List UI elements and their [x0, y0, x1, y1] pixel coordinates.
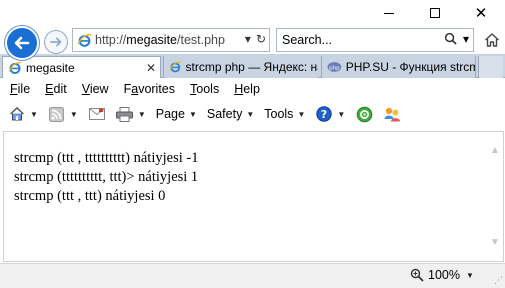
- rss-feed-icon: [48, 105, 66, 123]
- page-menu[interactable]: Page ▼: [156, 107, 197, 121]
- back-button[interactable]: [5, 26, 39, 60]
- mail-command[interactable]: [88, 105, 106, 123]
- menu-favorites[interactable]: Favorites: [124, 82, 175, 96]
- vertical-scrollbar[interactable]: ▲ ▼: [486, 132, 503, 261]
- url-text: http://megasite/test.php: [95, 33, 225, 47]
- title-bar: ✕: [0, 0, 505, 26]
- output-line: strcmp (tttttttttt, ttt)> nátiyjesi 1: [14, 169, 199, 185]
- back-arrow-icon: [14, 36, 30, 50]
- url-host: megasite: [126, 33, 178, 47]
- ie-tab-icon: [169, 61, 182, 73]
- feeds-dropdown-icon[interactable]: ▼: [70, 110, 78, 119]
- menu-edit[interactable]: Edit: [45, 82, 67, 96]
- output-text: strcmp (ttt , tttttttttt) nátiyjesi -1 s…: [14, 149, 198, 206]
- address-bar[interactable]: http://megasite/test.php ▾ ↻: [72, 28, 270, 52]
- menu-bar: File Edit View Favorites Tools Help: [0, 78, 505, 99]
- messenger-icon: [383, 105, 401, 123]
- chevron-down-icon: ▼: [297, 109, 306, 119]
- tab-label: megasite: [26, 61, 75, 75]
- print-dropdown-icon[interactable]: ▼: [138, 110, 146, 119]
- resize-grip-icon[interactable]: ⋰: [494, 275, 503, 286]
- help-icon: ?: [315, 105, 333, 123]
- printer-icon: [116, 105, 134, 123]
- scroll-up-icon[interactable]: ▲: [490, 145, 500, 156]
- compat-dropdown-icon[interactable]: ▾: [245, 32, 251, 46]
- menu-tools[interactable]: Tools: [190, 82, 219, 96]
- maximize-button[interactable]: [412, 0, 458, 26]
- search-dropdown-icon[interactable]: ▾: [463, 32, 469, 46]
- messenger-command[interactable]: [383, 105, 401, 123]
- mail-icon: [88, 105, 106, 123]
- forward-arrow-icon: [50, 37, 62, 47]
- menu-view[interactable]: View: [82, 82, 109, 96]
- close-tab-icon[interactable]: ✕: [146, 61, 156, 75]
- chevron-down-icon: ▼: [246, 109, 255, 119]
- tab-yandex-search[interactable]: strcmp php — Яндекс: на...: [163, 56, 318, 78]
- maximize-icon: [430, 8, 440, 18]
- page-menu-label: Page: [155, 107, 185, 121]
- feeds-command[interactable]: ▼: [48, 105, 78, 123]
- url-scheme: http://: [95, 33, 127, 47]
- zoom-level: 100%: [428, 268, 460, 282]
- chevron-down-icon: ▼: [188, 109, 197, 119]
- home-button[interactable]: [482, 30, 502, 50]
- menu-help[interactable]: Help: [234, 82, 260, 96]
- status-bar: 100% ▼ ⋰: [0, 263, 505, 288]
- home-icon: [485, 33, 499, 47]
- tools-menu-label: Tools: [264, 107, 294, 121]
- tools-menu[interactable]: Tools ▼: [264, 107, 305, 121]
- svg-text:php: php: [329, 65, 340, 71]
- tab-strip: megasite ✕ strcmp php — Яндекс: на... ph…: [0, 54, 505, 79]
- new-tab-button[interactable]: [478, 56, 503, 78]
- home-dropdown-icon[interactable]: ▼: [30, 110, 38, 119]
- print-command[interactable]: ▼: [116, 105, 146, 123]
- tab-label: strcmp php — Яндекс: на...: [185, 60, 319, 74]
- safety-menu-label: Safety: [206, 107, 243, 121]
- home-icon: [8, 105, 26, 123]
- url-path: /test.php: [177, 33, 225, 47]
- help-dropdown-icon[interactable]: ▼: [337, 110, 345, 119]
- refresh-icon[interactable]: ↻: [256, 32, 266, 46]
- search-icon[interactable]: [444, 32, 457, 45]
- php-su-favicon-icon: php: [327, 62, 342, 72]
- close-icon: ✕: [474, 3, 488, 22]
- help-command[interactable]: ? ▼: [315, 105, 345, 123]
- home-command[interactable]: ▼: [8, 105, 38, 123]
- scroll-down-icon[interactable]: ▼: [490, 237, 500, 248]
- help-glyph: ?: [321, 108, 327, 121]
- output-line: strcmp (ttt , tttttttttt) nátiyjesi -1: [14, 150, 199, 166]
- page-content: strcmp (ttt , tttttttttt) nátiyjesi -1 s…: [3, 131, 504, 262]
- minimize-button[interactable]: [366, 0, 412, 26]
- minimize-icon: [384, 12, 394, 14]
- research-command[interactable]: [355, 105, 373, 123]
- ie-page-icon: [73, 33, 95, 48]
- search-box[interactable]: Search... ▾: [276, 28, 474, 52]
- output-line: strcmp (ttt , ttt) nátiyjesi 0: [14, 188, 166, 204]
- tab-php-su[interactable]: php PHP.SU - Функция strcmp: [321, 56, 476, 78]
- search-input[interactable]: Search...: [282, 33, 332, 47]
- command-bar: ▼ ▼ ▼ Page ▼ Safety ▼ Tools ▼ ? ▼: [0, 99, 505, 129]
- safety-menu[interactable]: Safety ▼: [207, 107, 254, 121]
- zoom-dropdown-icon[interactable]: ▼: [466, 271, 474, 280]
- menu-file[interactable]: File: [10, 82, 30, 96]
- close-window-button[interactable]: ✕: [458, 0, 504, 26]
- forward-button[interactable]: [44, 30, 68, 54]
- zoom-control[interactable]: 100% ▼: [410, 268, 474, 282]
- tab-label: PHP.SU - Функция strcmp: [345, 60, 475, 74]
- zoom-icon: [410, 268, 424, 282]
- navigation-bar: http://megasite/test.php ▾ ↻ Search... ▾: [0, 26, 505, 60]
- ie-tab-icon: [8, 62, 22, 74]
- research-icon: [355, 105, 373, 123]
